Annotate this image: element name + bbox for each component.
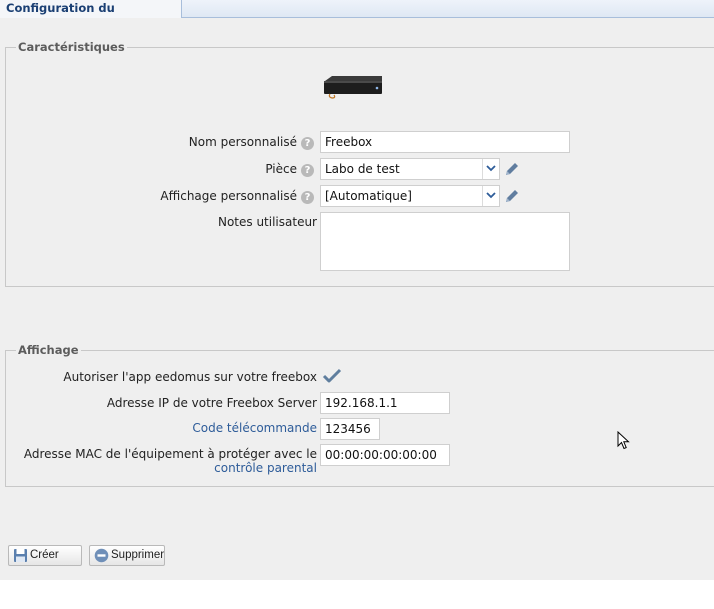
chevron-down-icon[interactable] (482, 159, 499, 179)
minus-circle-icon (94, 548, 109, 563)
chevron-down-icon[interactable] (482, 186, 499, 206)
characteristics-legend: Caractéristiques (18, 40, 125, 54)
display-legend: Affichage (18, 343, 79, 357)
mac-address-input[interactable]: 00:00:00:00:00:00 (320, 444, 450, 466)
checkmark-icon[interactable] (322, 368, 342, 384)
custom-name-label: Nom personnalisé (188, 135, 297, 149)
freebox-ip-label: Adresse IP de votre Freebox Server (106, 396, 317, 410)
delete-button-label: Supprimer (111, 549, 165, 561)
create-button[interactable]: Créer (8, 545, 82, 566)
remote-code-link[interactable]: Code télécommande (192, 421, 317, 435)
parental-control-link[interactable]: contrôle parental (214, 461, 317, 475)
tab-bar: Configuration du périphérique (0, 0, 714, 32)
room-select[interactable]: Labo de test (320, 158, 500, 180)
help-icon[interactable]: ? (301, 164, 314, 177)
floppy-disk-icon (14, 549, 27, 562)
tab-device-configuration[interactable]: Configuration du périphérique (0, 0, 182, 32)
room-select-value: Labo de test (325, 162, 400, 176)
mouse-pointer-icon (617, 431, 630, 450)
pencil-icon[interactable] (503, 160, 521, 178)
pencil-icon[interactable] (503, 187, 521, 205)
custom-name-input[interactable]: Freebox (320, 131, 570, 153)
remote-code-input[interactable]: 123456 (320, 418, 380, 440)
create-button-label: Créer (30, 549, 59, 561)
help-icon[interactable]: ? (301, 137, 314, 150)
user-notes-textarea[interactable] (320, 212, 570, 271)
freebox-device-icon (324, 76, 382, 99)
authorize-app-label: Autoriser l'app eedomus sur votre freebo… (63, 370, 317, 384)
mac-address-label: Adresse MAC de l'équipement à protéger a… (23, 447, 317, 461)
help-icon[interactable]: ? (301, 191, 314, 204)
custom-display-select[interactable]: [Automatique] (320, 185, 500, 207)
room-label: Pièce (265, 162, 297, 176)
user-notes-label: Notes utilisateur (217, 215, 317, 229)
delete-button[interactable]: Supprimer (89, 545, 165, 566)
custom-display-label: Affichage personnalisé (160, 189, 297, 203)
custom-display-select-value: [Automatique] (325, 189, 412, 203)
freebox-ip-input[interactable]: 192.168.1.1 (320, 392, 450, 414)
